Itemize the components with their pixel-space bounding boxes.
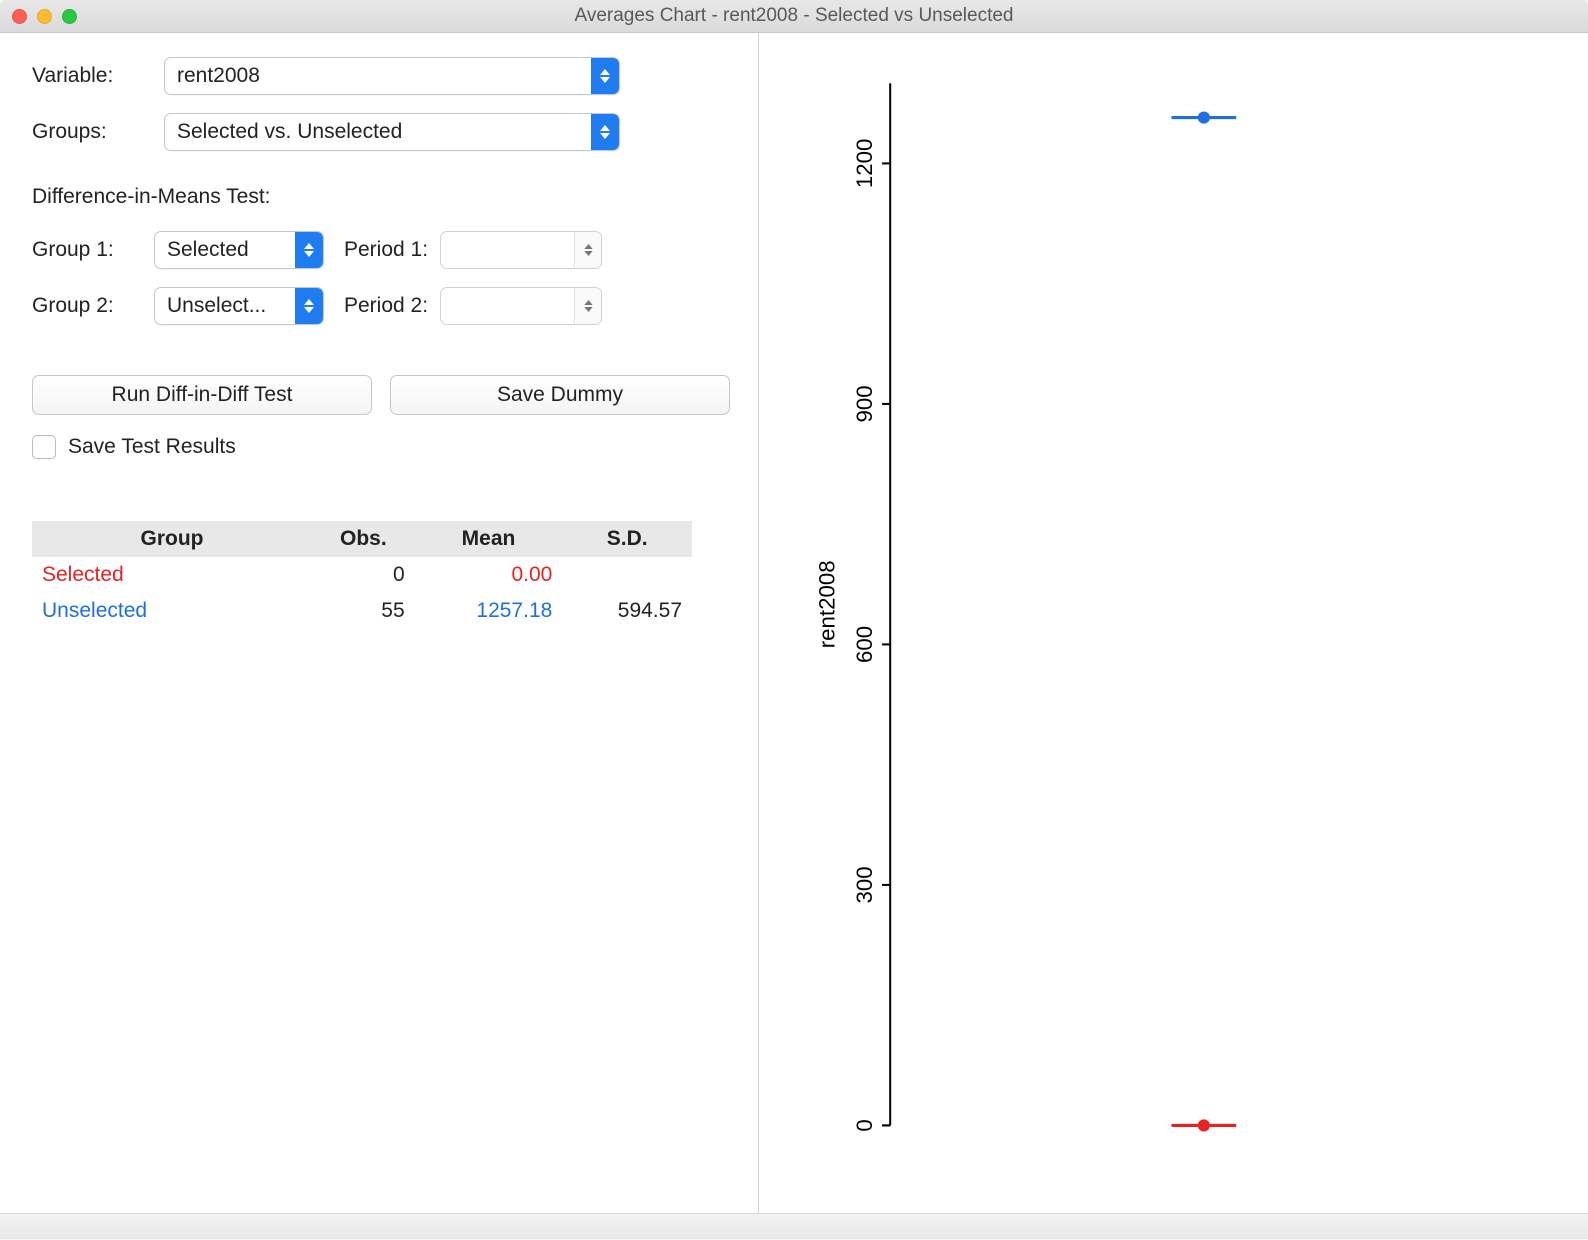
groups-select[interactable]: Selected vs. Unselected <box>164 113 620 151</box>
period1-value <box>441 232 574 268</box>
run-diff-label: Run Diff-in-Diff Test <box>112 383 293 407</box>
chevrons-icon <box>295 288 323 324</box>
col-obs: Obs. <box>312 521 415 557</box>
controls-pane: Variable: rent2008 Groups: Selected vs. … <box>0 33 758 1213</box>
svg-text:600: 600 <box>852 626 877 663</box>
zoom-icon[interactable] <box>62 9 77 24</box>
group2-label: Group 2: <box>32 294 142 318</box>
cell-mean: 1257.18 <box>415 593 563 629</box>
table-row: Unselected551257.18594.57 <box>32 593 692 629</box>
cell-group: Selected <box>32 557 312 593</box>
cell-group: Unselected <box>32 593 312 629</box>
group1-select[interactable]: Selected <box>154 231 324 269</box>
svg-text:0: 0 <box>852 1119 877 1131</box>
groups-label: Groups: <box>32 120 152 144</box>
run-diff-button[interactable]: Run Diff-in-Diff Test <box>32 375 372 415</box>
minimize-icon[interactable] <box>37 9 52 24</box>
save-dummy-label: Save Dummy <box>497 383 623 407</box>
svg-text:900: 900 <box>852 385 877 422</box>
group2-select[interactable]: Unselect... <box>154 287 324 325</box>
table-row: Selected00.00 <box>32 557 692 593</box>
save-results-label: Save Test Results <box>68 435 236 459</box>
col-group: Group <box>32 521 312 557</box>
stepper-arrows-icon <box>574 232 601 268</box>
table-header-row: Group Obs. Mean S.D. <box>32 521 692 557</box>
svg-text:rent2008: rent2008 <box>815 560 840 648</box>
titlebar: Averages Chart - rent2008 - Selected vs … <box>0 0 1588 33</box>
group2-value: Unselect... <box>155 288 295 324</box>
group1-label: Group 1: <box>32 238 142 262</box>
col-mean: Mean <box>415 521 563 557</box>
variable-label: Variable: <box>32 64 152 88</box>
traffic-lights <box>0 9 77 24</box>
period2-value <box>441 288 574 324</box>
cell-obs: 55 <box>312 593 415 629</box>
variable-select[interactable]: rent2008 <box>164 57 620 95</box>
svg-text:300: 300 <box>852 866 877 903</box>
cell-obs: 0 <box>312 557 415 593</box>
content: Variable: rent2008 Groups: Selected vs. … <box>0 33 1588 1213</box>
chevrons-icon <box>591 114 619 150</box>
cell-sd: 594.57 <box>562 593 692 629</box>
cell-mean: 0.00 <box>415 557 563 593</box>
period2-label: Period 2: <box>344 294 428 318</box>
period1-stepper[interactable] <box>440 231 602 269</box>
save-dummy-button[interactable]: Save Dummy <box>390 375 730 415</box>
app-window: Averages Chart - rent2008 - Selected vs … <box>0 0 1588 1238</box>
footer-bar <box>0 1213 1588 1238</box>
period1-label: Period 1: <box>344 238 428 262</box>
variable-value: rent2008 <box>165 58 591 94</box>
chevrons-icon <box>591 58 619 94</box>
averages-chart: 0 300 600 900 1200 rent2008 <box>789 63 1558 1166</box>
group1-value: Selected <box>155 232 295 268</box>
col-sd: S.D. <box>562 521 692 557</box>
save-results-checkbox[interactable] <box>32 435 56 459</box>
window-title: Averages Chart - rent2008 - Selected vs … <box>0 5 1588 27</box>
chevrons-icon <box>295 232 323 268</box>
groups-value: Selected vs. Unselected <box>165 114 591 150</box>
diff-header: Difference-in-Means Test: <box>32 185 730 209</box>
stepper-arrows-icon <box>574 288 601 324</box>
results-table: Group Obs. Mean S.D. Selected00.00Unsele… <box>32 521 692 629</box>
svg-text:1200: 1200 <box>852 139 877 189</box>
chart-pane: 0 300 600 900 1200 rent2008 <box>759 33 1588 1213</box>
period2-stepper[interactable] <box>440 287 602 325</box>
close-icon[interactable] <box>12 9 27 24</box>
cell-sd <box>562 557 692 593</box>
